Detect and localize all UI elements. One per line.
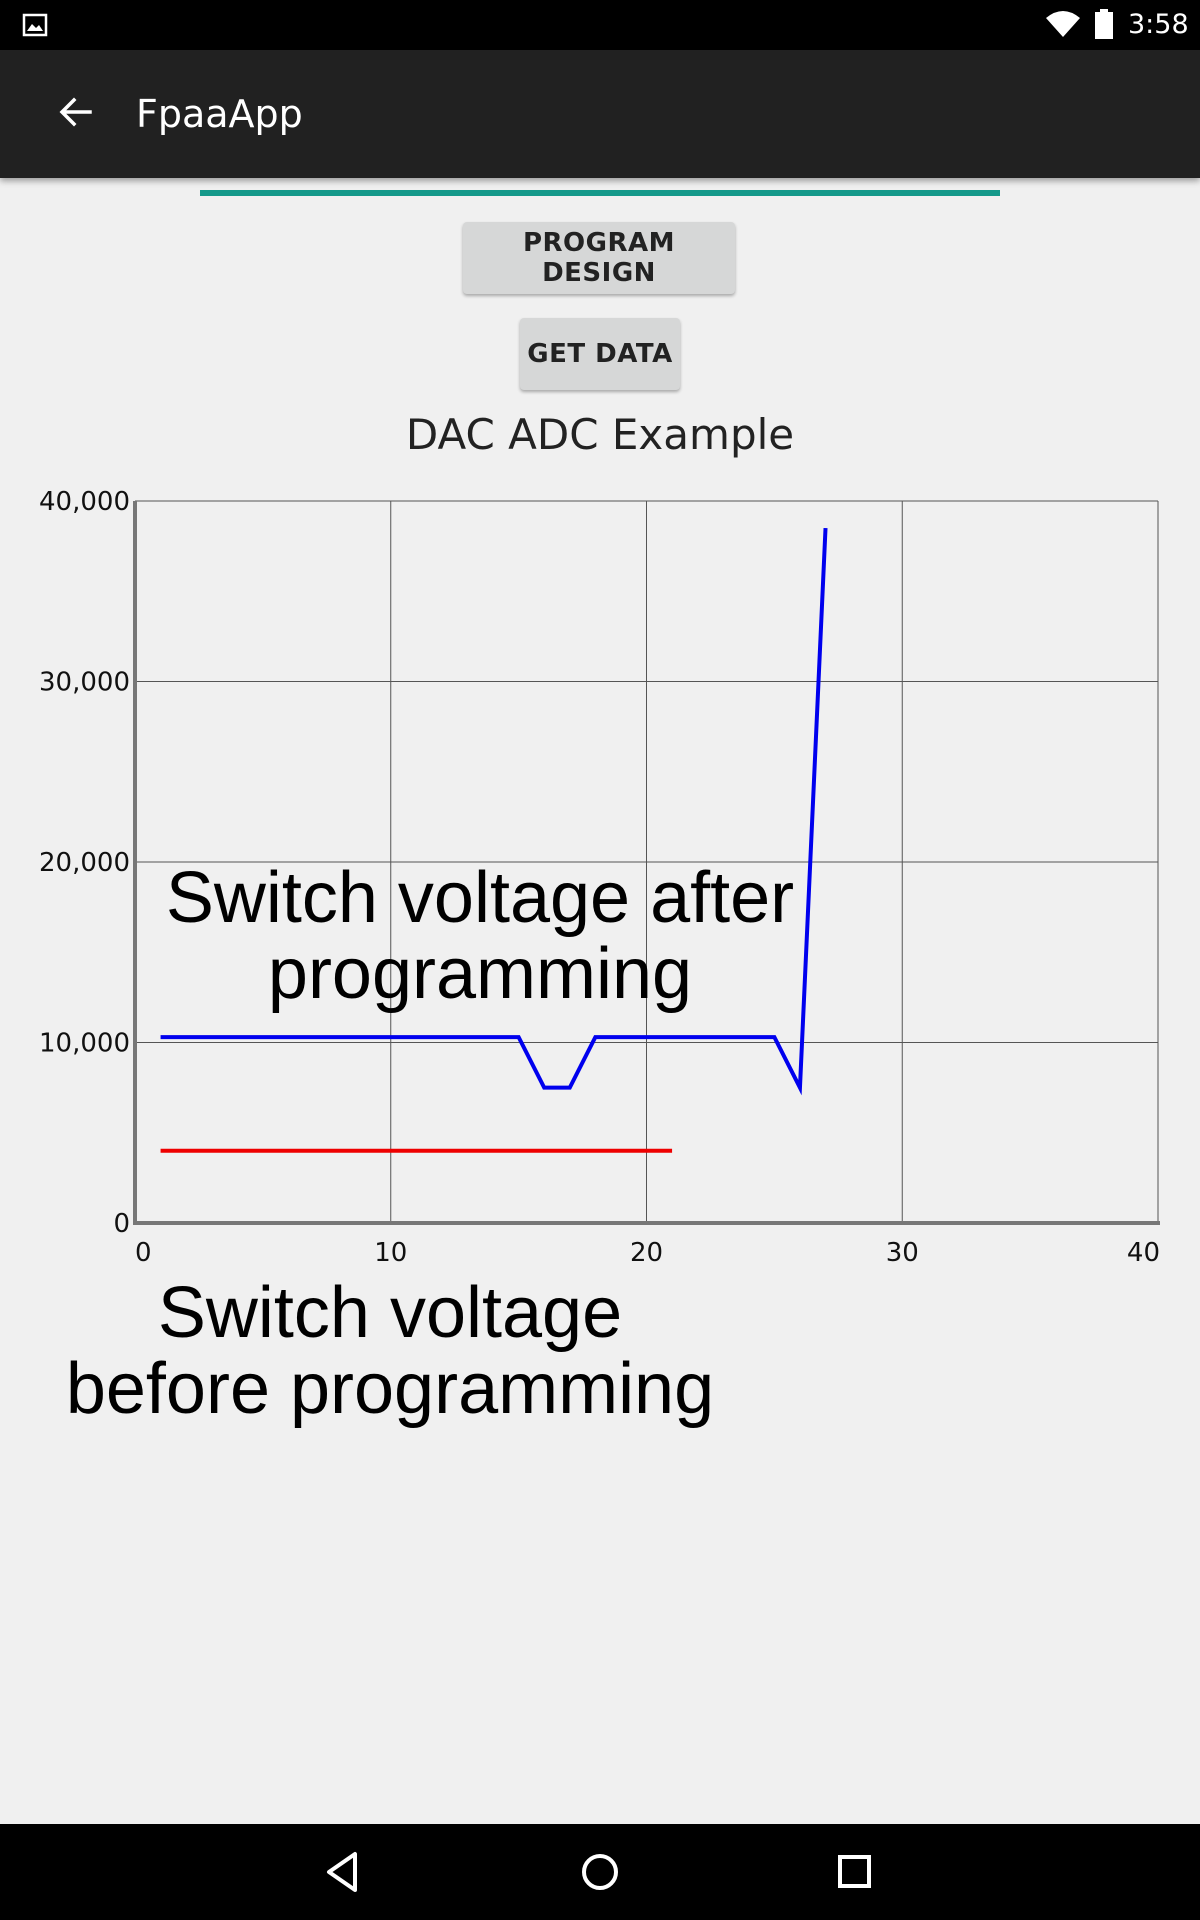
chart-title: DAC ADC Example [405, 410, 795, 459]
annotation-before-line1: Switch voltage [157, 1273, 623, 1353]
program-design-button[interactable]: PROGRAM DESIGN [463, 222, 735, 294]
image-icon [22, 13, 48, 42]
x-tick-label: 20 [630, 1238, 663, 1268]
nav-back-icon[interactable] [323, 1848, 363, 1901]
status-clock: 3:58 [1128, 9, 1189, 40]
app-bar: FpaaApp [0, 50, 1200, 178]
annotation-after-line2: programming [267, 934, 693, 1014]
annotation-before-programming: Switch voltage before programming [40, 1275, 740, 1427]
x-tick-label: 30 [886, 1238, 919, 1268]
annotation-after-line1: Switch voltage after [165, 858, 795, 938]
x-tick-label: 10 [374, 1238, 407, 1268]
y-tick-label: 10,000 [39, 1029, 130, 1059]
navigation-bar [0, 1824, 1200, 1920]
progress-bar [200, 190, 1000, 196]
arrow-back-icon[interactable] [58, 94, 94, 135]
status-bar: 3:58 [0, 0, 1200, 50]
x-tick-label: 40 [1127, 1238, 1160, 1268]
y-tick-label: 0 [113, 1209, 130, 1239]
battery-icon [1094, 9, 1114, 44]
x-tick-label: 0 [135, 1238, 152, 1268]
nav-home-icon[interactable] [577, 1848, 623, 1901]
y-tick-label: 20,000 [39, 848, 130, 878]
annotation-before-line2: before programming [65, 1349, 715, 1429]
wifi-icon [1045, 10, 1081, 43]
annotation-after-programming: Switch voltage after programming [120, 860, 840, 1012]
get-data-button[interactable]: GET DATA [520, 318, 680, 390]
y-tick-label: 40,000 [39, 487, 130, 517]
app-title: FpaaApp [136, 92, 303, 136]
nav-recents-icon[interactable] [833, 1848, 877, 1901]
y-tick-label: 30,000 [39, 668, 130, 698]
